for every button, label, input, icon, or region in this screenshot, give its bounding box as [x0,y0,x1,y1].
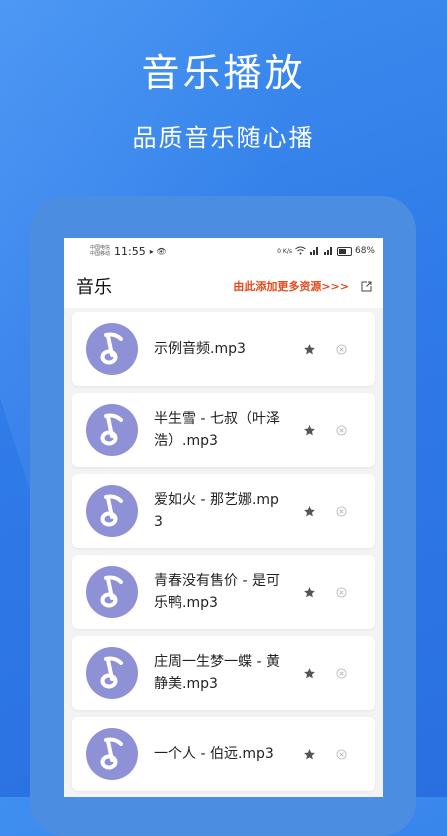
external-link-icon[interactable] [359,279,373,293]
close-circle-icon[interactable] [334,504,348,518]
promo-subline: 品质音乐随心播 [132,124,315,152]
list-item[interactable]: 青春没有售价 - 是可乐鸭.mp3 [72,555,375,629]
close-circle-icon[interactable] [334,666,348,680]
add-resources-link[interactable]: 由此添加更多资源>>> [233,278,349,294]
song-name: 青春没有售价 - 是可乐鸭.mp3 [154,573,280,611]
promo-headline: 音乐播放 [141,51,306,95]
close-circle-icon[interactable] [334,585,348,599]
music-note-icon [86,404,138,456]
close-circle-icon[interactable] [334,342,348,356]
music-note-icon [86,323,138,375]
song-name: 爱如火 - 那艺娜.mp3 [154,492,279,530]
close-circle-icon[interactable] [334,747,348,761]
star-icon[interactable] [300,502,318,520]
star-icon[interactable] [300,583,318,601]
list-item[interactable]: 示例音频.mp3 [72,312,375,386]
song-list: 示例音频.mp3 半生雪 - 七叔（叶泽浩）.mp3 爱如火 - 那艺娜.mp3… [64,308,383,791]
song-name: 半生雪 - 七叔（叶泽浩）.mp3 [154,411,280,449]
song-name: 一个人 - 伯远.mp3 [154,746,274,762]
song-name: 示例音频.mp3 [154,341,246,357]
status-bar: 中国电信 中国移动 11:55 ▸ 👁 0 K/s 68% [64,238,383,264]
status-time: 11:55 [114,244,146,258]
music-note-icon [86,566,138,618]
star-icon[interactable] [300,664,318,682]
wifi-icon [295,246,306,257]
star-icon[interactable] [300,745,318,763]
status-right: 0 K/s 68% [277,246,375,257]
list-item[interactable]: 半生雪 - 七叔（叶泽浩）.mp3 [72,393,375,467]
battery-icon [336,246,352,256]
battery-percent: 68% [354,246,375,256]
list-item[interactable]: 爱如火 - 那艺娜.mp3 [72,474,375,548]
music-note-icon [86,728,138,780]
close-circle-icon[interactable] [334,423,348,437]
signal-icon-1 [309,246,320,257]
star-icon[interactable] [300,421,318,439]
carrier-labels: 中国电信 中国移动 [90,245,110,257]
music-note-icon [86,647,138,699]
net-speed: 0 K/s [277,247,292,255]
star-icon[interactable] [300,340,318,358]
status-left-icons: ▸ 👁 [149,246,167,256]
phone-screen: 中国电信 中国移动 11:55 ▸ 👁 0 K/s 68% 音乐 由此添加更多资… [64,238,383,797]
page-title: 音乐 [76,277,112,298]
list-item[interactable]: 一个人 - 伯远.mp3 [72,717,375,791]
list-item[interactable]: 庄周一生梦一蝶 - 黄静美.mp3 [72,636,375,710]
signal-icon-2 [323,246,334,257]
app-bar: 音乐 由此添加更多资源>>> [64,264,383,308]
carrier-2: 中国移动 [90,251,111,257]
song-name: 庄周一生梦一蝶 - 黄静美.mp3 [154,654,280,692]
music-note-icon [86,485,138,537]
